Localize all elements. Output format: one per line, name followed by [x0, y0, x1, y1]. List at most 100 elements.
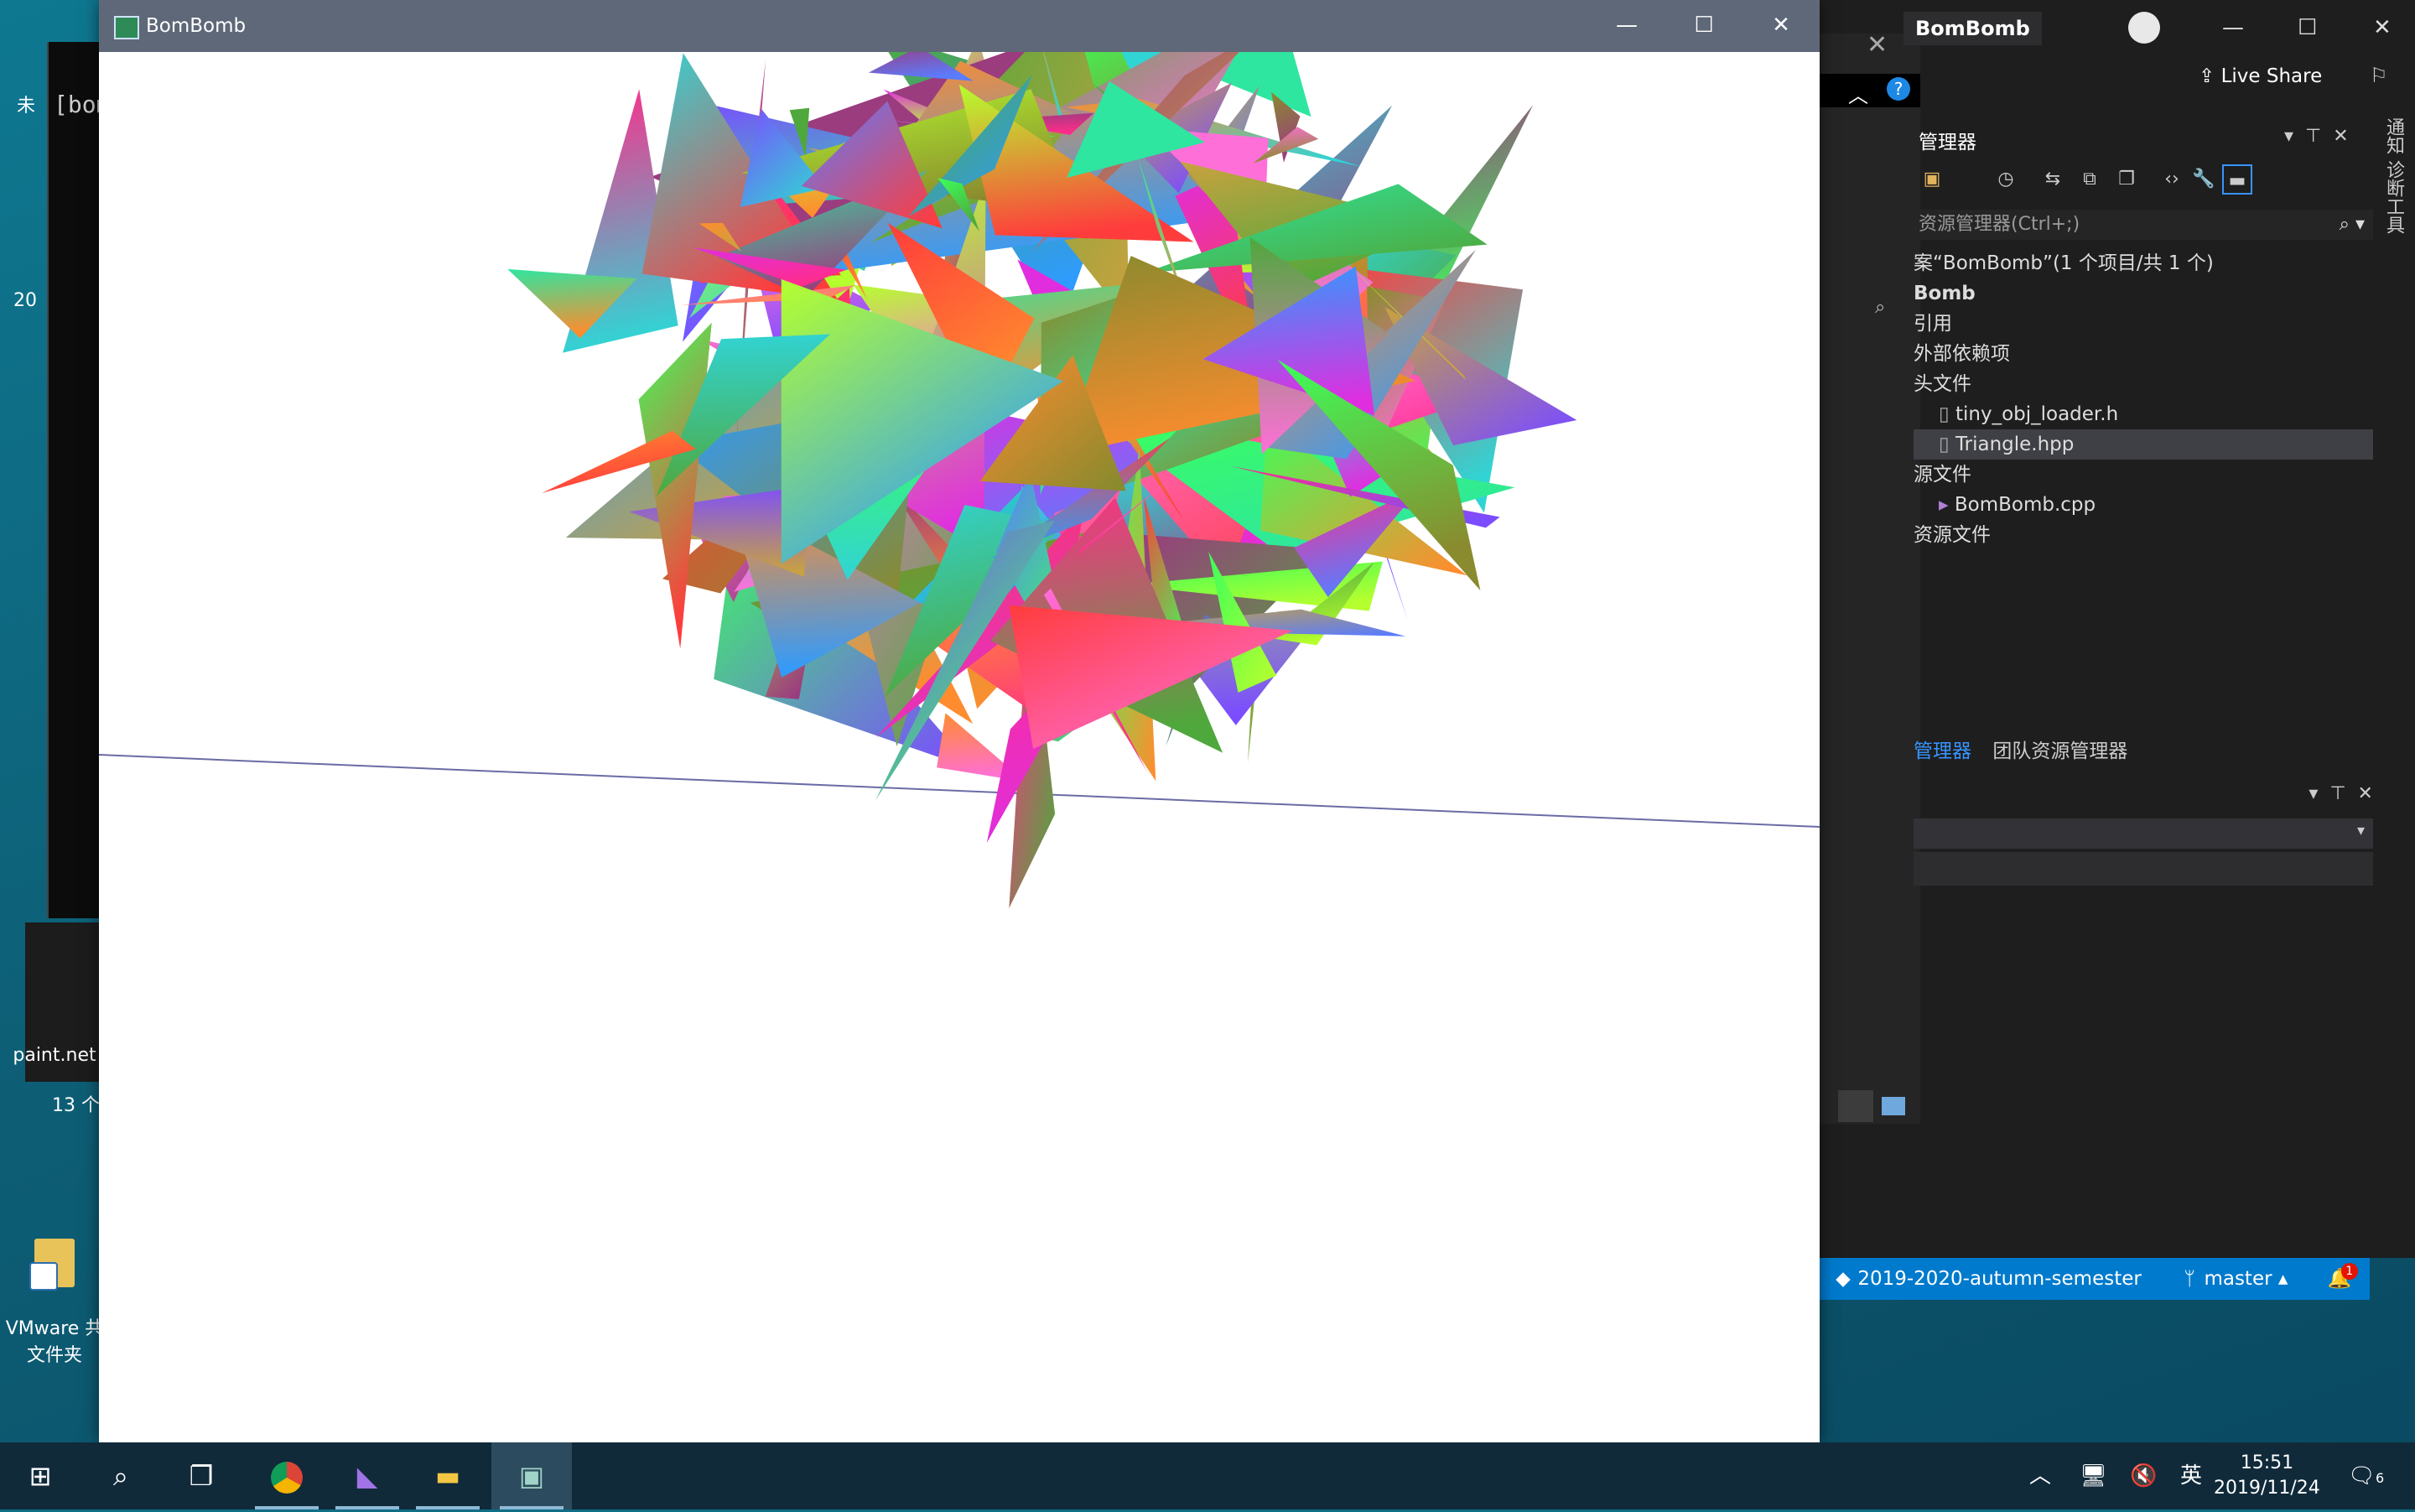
tree-item-source-files[interactable]: 源文件: [1914, 460, 2373, 490]
vs-hidden-panel: [1820, 34, 1920, 1124]
panel-controls[interactable]: ▾ ⊤ ✕: [2284, 126, 2349, 147]
tab-team-explorer[interactable]: 团队资源管理器: [1992, 740, 2127, 762]
tree-item-resource-files[interactable]: 资源文件: [1914, 520, 2373, 550]
dropdown-icon: ▾: [2357, 822, 2365, 839]
wrench-icon[interactable]: 🔧: [2189, 164, 2219, 195]
chrome-icon[interactable]: [247, 1442, 327, 1509]
minimize-button[interactable]: —: [1588, 0, 1665, 52]
properties-controls[interactable]: ▾ ⊤ ✕: [2309, 783, 2373, 804]
chevron-up-icon[interactable]: ︿: [2029, 1442, 2051, 1509]
tree-label: 案“BomBomb”(1 个项目/共 1 个): [1914, 252, 2214, 274]
tree-item-project[interactable]: Bomb: [1914, 278, 2373, 309]
vs-minimize-button[interactable]: —: [2222, 15, 2244, 40]
tree-label: 资源文件: [1914, 524, 1991, 546]
window-titlebar[interactable]: BomBomb — ☐ ✕: [99, 0, 1820, 52]
bombomb-taskbar-icon[interactable]: ▣: [491, 1442, 572, 1509]
image-icon[interactable]: [1882, 1097, 1905, 1115]
file-explorer-icon[interactable]: ▬: [408, 1442, 488, 1509]
tree-label: 头文件: [1914, 373, 1971, 395]
file-icon: ▯: [1939, 434, 1955, 455]
panel-close-icon[interactable]: ✕: [2333, 126, 2348, 147]
tree-item-bombomb-cpp[interactable]: ▸ BomBomb.cpp: [1914, 490, 2373, 520]
properties-dropdown[interactable]: ▾: [1914, 818, 2373, 849]
vs-close-button[interactable]: ✕: [2373, 15, 2392, 40]
tree-item-triangle-hpp[interactable]: ▯ Triangle.hpp: [1914, 429, 2373, 460]
tab-solution-explorer[interactable]: 管理器: [1914, 740, 1971, 762]
tree-label: BomBomb.cpp: [1955, 494, 2096, 516]
search-button[interactable]: ⌕: [80, 1442, 161, 1509]
pin-icon[interactable]: ⊤: [2305, 126, 2321, 147]
tree-item-external-deps[interactable]: 外部依赖项: [1914, 339, 2373, 369]
solution-explorer-title: 管理器: [1919, 126, 1976, 154]
volume-muted-icon[interactable]: 🔇: [2130, 1442, 2157, 1509]
search-icon: ⌕ ▾: [2340, 210, 2365, 240]
properties-header: ▾ ⊤ ✕: [1914, 783, 2373, 813]
desktop-icon-paint-net[interactable]: paint.net: [0, 1045, 109, 1066]
task-view-button[interactable]: ❐: [161, 1442, 242, 1509]
action-center-icon[interactable]: 🗨6: [2348, 1442, 2384, 1509]
vs-side-tabs[interactable]: 通知 诊断工具: [2381, 117, 2407, 234]
desktop-fragment-1: 未: [17, 91, 35, 117]
notification-bell-icon[interactable]: 🔔1: [2328, 1268, 2352, 1290]
search-icon[interactable]: ⌕: [1875, 297, 1885, 318]
preview-icon[interactable]: ▬: [2222, 164, 2252, 195]
branch-icon: ᛘ: [2181, 1258, 2198, 1300]
taskbar: ⊞ ⌕ ❐ ◣ ▬ ▣ ︿ 🖥 🔇 英 15:51 2019/11/24 🗨6: [0, 1442, 2415, 1509]
feedback-icon[interactable]: ⚐: [2370, 64, 2388, 87]
start-button[interactable]: ⊞: [0, 1442, 80, 1509]
home-icon[interactable]: ▣: [1917, 164, 1947, 195]
vmware-share-label: VMware 共 文件夹: [6, 1318, 104, 1366]
file-icon: ▯: [1939, 403, 1955, 425]
shared-folder-icon: [34, 1239, 75, 1287]
chevron-up-icon[interactable]: ︿: [1848, 79, 1868, 108]
solution-tree: 案“BomBomb”(1 个项目/共 1 个) Bomb 引用 外部依赖项 头文…: [1914, 248, 2373, 550]
render-canvas[interactable]: [99, 52, 1820, 1442]
network-icon[interactable]: 🖥: [2080, 1442, 2107, 1509]
bombomb-window: BomBomb — ☐ ✕: [99, 0, 1820, 1442]
close-button[interactable]: ✕: [1742, 0, 1820, 52]
solution-search-input[interactable]: 资源管理器(Ctrl+;) ⌕ ▾: [1914, 210, 2373, 240]
live-share-button[interactable]: ⇪ Live Share: [2199, 65, 2322, 87]
app-icon: [114, 16, 139, 39]
tree-label: Triangle.hpp: [1955, 434, 2074, 455]
window-title: BomBomb: [146, 0, 246, 52]
branch-name[interactable]: master: [2204, 1268, 2272, 1290]
close-icon[interactable]: ✕: [1867, 30, 1888, 60]
tree-item-solution[interactable]: 案“BomBomb”(1 个项目/共 1 个): [1914, 248, 2373, 278]
tree-item-references[interactable]: 引用: [1914, 309, 2373, 339]
ime-indicator[interactable]: 英: [2180, 1442, 2202, 1509]
action-center-count: 6: [2376, 1470, 2384, 1486]
live-share-label: Live Share: [2221, 65, 2323, 87]
share-icon: ⇪: [2199, 65, 2221, 87]
code-icon[interactable]: ‹›: [2157, 164, 2187, 195]
copy-icon[interactable]: ❐: [2111, 164, 2142, 195]
sync-icon[interactable]: ⇆: [2038, 164, 2068, 195]
solution-explorer-toolbar: ▣ ◷ ⇆ ⧉ ❐ ‹› 🔧 ▬: [1914, 164, 2375, 198]
help-icon[interactable]: ?: [1887, 77, 1910, 101]
avatar[interactable]: [2128, 12, 2160, 44]
tree-label: Bomb: [1914, 283, 1976, 304]
clock-time: 15:51: [2214, 1451, 2320, 1476]
history-icon[interactable]: ◷: [1991, 164, 2021, 195]
properties-toolbar: [1914, 852, 2373, 886]
visual-studio-icon[interactable]: ◣: [327, 1442, 408, 1509]
tree-item-header-files[interactable]: 头文件: [1914, 369, 2373, 399]
desktop-icon-vmware-share[interactable]: VMware 共 文件夹: [0, 1218, 109, 1367]
paint-net-label: paint.net: [13, 1045, 96, 1066]
scroll-toggle[interactable]: [1838, 1090, 1873, 1122]
tree-label: 源文件: [1914, 464, 1971, 486]
vs-maximize-button[interactable]: ☐: [2298, 15, 2317, 40]
clock[interactable]: 15:51 2019/11/24: [2214, 1451, 2320, 1501]
dropdown-icon[interactable]: ▾: [2284, 126, 2293, 147]
repo-name[interactable]: 2019-2020-autumn-semester: [1857, 1268, 2142, 1290]
tree-label: 外部依赖项: [1914, 343, 2010, 365]
tree-label: 引用: [1914, 313, 1952, 335]
tree-item-tiny-obj-loader[interactable]: ▯ tiny_obj_loader.h: [1914, 399, 2373, 429]
tree-label: tiny_obj_loader.h: [1955, 403, 2118, 425]
collapse-icon[interactable]: ⧉: [2075, 164, 2105, 195]
vs-statusbar: ◆ 2019-2020-autumn-semester ᛘ master ▴ 🔔…: [1820, 1258, 2370, 1300]
explorer-item-count: 13 个: [52, 1090, 100, 1117]
maximize-button[interactable]: ☐: [1665, 0, 1742, 52]
explorer-tabs: 管理器 团队资源管理器: [1914, 735, 2142, 763]
chevron-up-icon: ▴: [2278, 1268, 2288, 1290]
